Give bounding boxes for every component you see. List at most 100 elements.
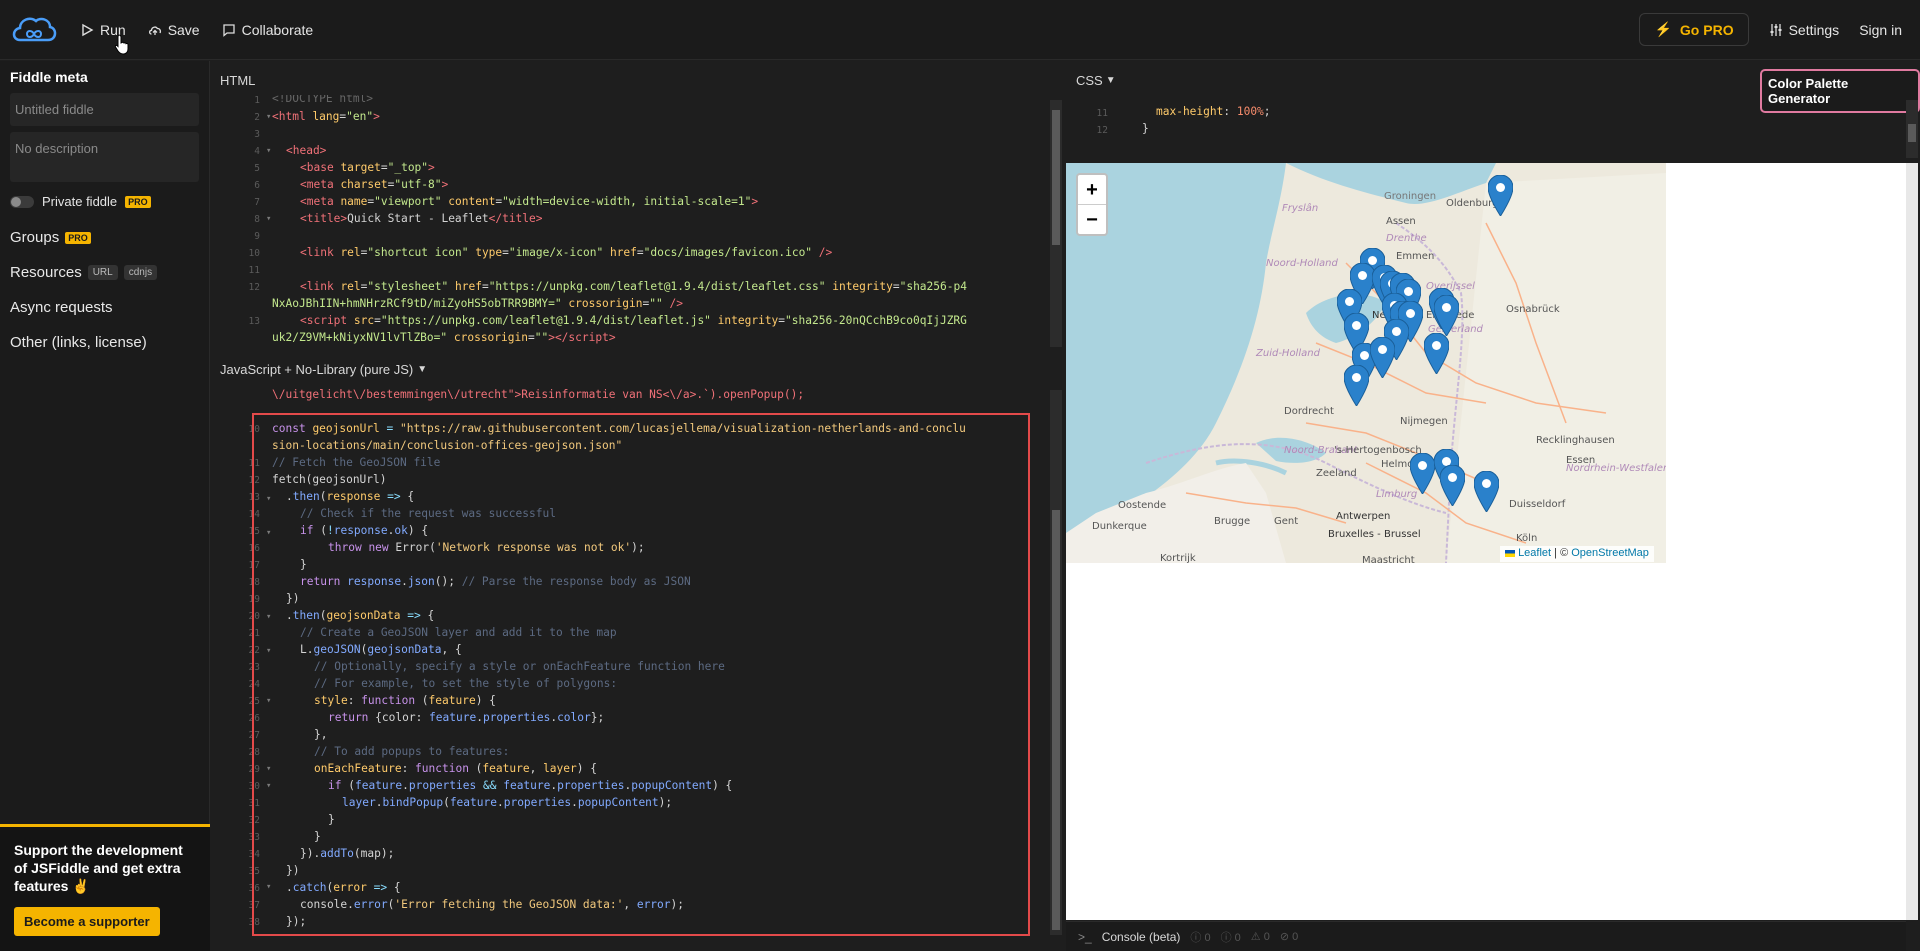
fold-arrow-icon[interactable]: ▾ xyxy=(266,882,271,892)
map-place-label: Köln xyxy=(1516,533,1538,544)
fold-arrow-icon[interactable]: ▾ xyxy=(266,764,271,774)
fold-arrow-icon[interactable]: ▾ xyxy=(266,696,271,706)
sliders-icon xyxy=(1770,23,1782,36)
code-line: <meta name="viewport" content="width=dev… xyxy=(300,195,759,208)
become-supporter-button[interactable]: Become a supporter xyxy=(14,907,160,936)
line-number: 27 xyxy=(248,730,260,741)
private-fiddle-row[interactable]: Private fiddle PRO xyxy=(10,194,199,209)
code-line: sion-locations/main/conclusion-offices-g… xyxy=(272,439,623,452)
url-badge[interactable]: URL xyxy=(87,265,118,280)
fold-arrow-icon[interactable]: ▾ xyxy=(266,112,271,122)
line-number: 18 xyxy=(248,577,260,588)
collaborate-label: Collaborate xyxy=(241,21,314,38)
css-editor[interactable]: 11 12 max-height: 100%; } xyxy=(1066,100,1896,140)
map-marker-icon[interactable] xyxy=(1344,365,1369,406)
code-line: <!DOCTYPE html> xyxy=(272,95,374,105)
map-place-label: Duisseldorf xyxy=(1509,499,1566,510)
map-place-label: Nordrhein-Westfalen xyxy=(1566,463,1666,474)
fiddle-description-input[interactable]: No description xyxy=(10,132,199,182)
map-marker-icon[interactable] xyxy=(1424,333,1449,374)
line-number: 12 xyxy=(1096,125,1108,136)
line-number: 15 xyxy=(248,526,260,537)
js-panel-header[interactable]: JavaScript + No-Library (pure JS) ▼ xyxy=(220,362,427,377)
js-scrollbar[interactable] xyxy=(1050,390,1062,935)
fold-arrow-icon[interactable]: ▾ xyxy=(266,612,271,622)
sign-in-button[interactable]: Sign in xyxy=(1859,22,1902,38)
line-number: 30 xyxy=(248,781,260,792)
line-number: 19 xyxy=(248,594,260,605)
map-place-label: Groningen xyxy=(1384,191,1437,202)
zoom-out-button[interactable]: − xyxy=(1078,205,1106,235)
css-panel-header[interactable]: CSS ▼ xyxy=(1076,73,1116,88)
collaborate-button[interactable]: Collaborate xyxy=(222,21,314,38)
line-number: 10 xyxy=(248,248,260,259)
scrollbar-thumb[interactable] xyxy=(1052,110,1060,245)
save-button[interactable]: Save xyxy=(148,22,200,38)
css-panel-label: CSS xyxy=(1076,73,1103,88)
fold-arrow-icon[interactable]: ▾ xyxy=(266,146,271,156)
console-bar[interactable]: >_ Console (beta) ⓘ 0 ⓘ 0 ⚠ 0 ⊘ 0 xyxy=(1066,921,1906,951)
fold-arrow-icon[interactable]: ▾ xyxy=(266,528,271,538)
sidebar-item-resources[interactable]: Resources URL cdnjs xyxy=(10,264,199,281)
html-panel-header[interactable]: HTML xyxy=(220,73,255,88)
code-line: return {color: feature.properties.color}… xyxy=(328,711,605,724)
cdnjs-badge[interactable]: cdnjs xyxy=(123,265,158,280)
line-number: 6 xyxy=(254,180,260,191)
sidebar-item-async-requests[interactable]: Async requests xyxy=(10,299,199,316)
go-pro-button[interactable]: ⚡ Go PRO xyxy=(1639,13,1749,46)
zoom-control: + − xyxy=(1076,173,1108,236)
fiddle-name-input[interactable]: Untitled fiddle xyxy=(10,93,199,126)
console-log-count: ⓘ 0 xyxy=(1190,931,1211,944)
map-marker-icon[interactable] xyxy=(1488,175,1513,216)
line-number: 10 xyxy=(248,424,260,435)
settings-button[interactable]: Settings xyxy=(1769,21,1840,38)
map-marker-icon[interactable] xyxy=(1434,295,1459,336)
sidebar-item-other[interactable]: Other (links, license) xyxy=(10,334,199,351)
js-editor[interactable]: 10 11 12 13 14 15 16 17 18 19 20 21 22 23 24 25 26 27 28 29… xyxy=(218,420,1028,935)
html-scrollbar[interactable] xyxy=(1050,100,1062,347)
code-line: return response.json(); // Parse the res… xyxy=(300,575,691,588)
map-marker-icon[interactable] xyxy=(1440,465,1465,506)
map-place-label: Assen xyxy=(1386,216,1416,227)
map-marker-icon[interactable] xyxy=(1410,453,1435,494)
fold-arrow-icon[interactable]: ▾ xyxy=(266,781,271,791)
line-number: 36 xyxy=(248,883,260,894)
map-place-label: Fryslân xyxy=(1282,203,1319,214)
map-attribution: Leaflet | © OpenStreetMap xyxy=(1500,546,1654,562)
support-text: Support the development of JSFiddle and … xyxy=(14,842,183,894)
line-number: 3 xyxy=(254,129,260,140)
result-scrollbar[interactable] xyxy=(1906,163,1918,920)
cloud-upload-icon xyxy=(148,25,161,35)
code-line: const geojsonUrl = "https://raw.githubus… xyxy=(272,422,966,435)
map-marker-icon[interactable] xyxy=(1474,471,1499,512)
openstreetmap-link[interactable]: OpenStreetMap xyxy=(1571,547,1649,559)
sidebar-item-groups[interactable]: Groups PRO xyxy=(10,229,199,246)
settings-label: Settings xyxy=(1788,21,1840,38)
code-line: <base target="_top"> xyxy=(300,161,435,174)
zoom-in-button[interactable]: + xyxy=(1078,175,1106,205)
jsfiddle-logo[interactable] xyxy=(10,12,58,48)
leaflet-map[interactable]: Groningen Assen Oldenburg Fryslân Drenthe Emm… xyxy=(1066,163,1666,563)
code-line: <title>Quick Start - Leaflet</title> xyxy=(300,212,543,225)
attribution-separator: | © xyxy=(1554,547,1569,559)
chevron-down-icon: ▼ xyxy=(417,364,428,375)
fold-arrow-icon[interactable]: ▾ xyxy=(266,214,271,224)
js-panel-label: JavaScript + No-Library (pure JS) xyxy=(220,362,414,377)
fold-arrow-icon[interactable]: ▾ xyxy=(266,646,271,656)
code-line: } xyxy=(300,558,307,571)
leaflet-link[interactable]: Leaflet xyxy=(1518,547,1551,559)
map-place-label: Bruxelles - Brussel xyxy=(1328,529,1421,540)
map-marker-icon[interactable] xyxy=(1370,337,1395,378)
line-number: 28 xyxy=(248,747,260,758)
line-number: 37 xyxy=(248,900,260,911)
fold-arrow-icon[interactable]: ▾ xyxy=(266,494,271,504)
scrollbar-thumb[interactable] xyxy=(1908,124,1916,142)
scrollbar-thumb[interactable] xyxy=(1052,510,1060,930)
js-editor-top[interactable]: \/uitgelicht\/bestemmingen\/utrecht">Rei… xyxy=(218,386,1046,408)
css-scrollbar[interactable] xyxy=(1906,100,1918,158)
line-number: 31 xyxy=(248,798,260,809)
code-line: }).addTo(map); xyxy=(300,847,395,860)
support-box: Support the development of JSFiddle and … xyxy=(0,824,210,951)
private-toggle[interactable] xyxy=(10,195,34,208)
html-editor[interactable]: 1 2 3 4 5 6 7 8 9 10 11 12 13 ▾ ▾ ▾ <!DO… xyxy=(218,95,1046,345)
